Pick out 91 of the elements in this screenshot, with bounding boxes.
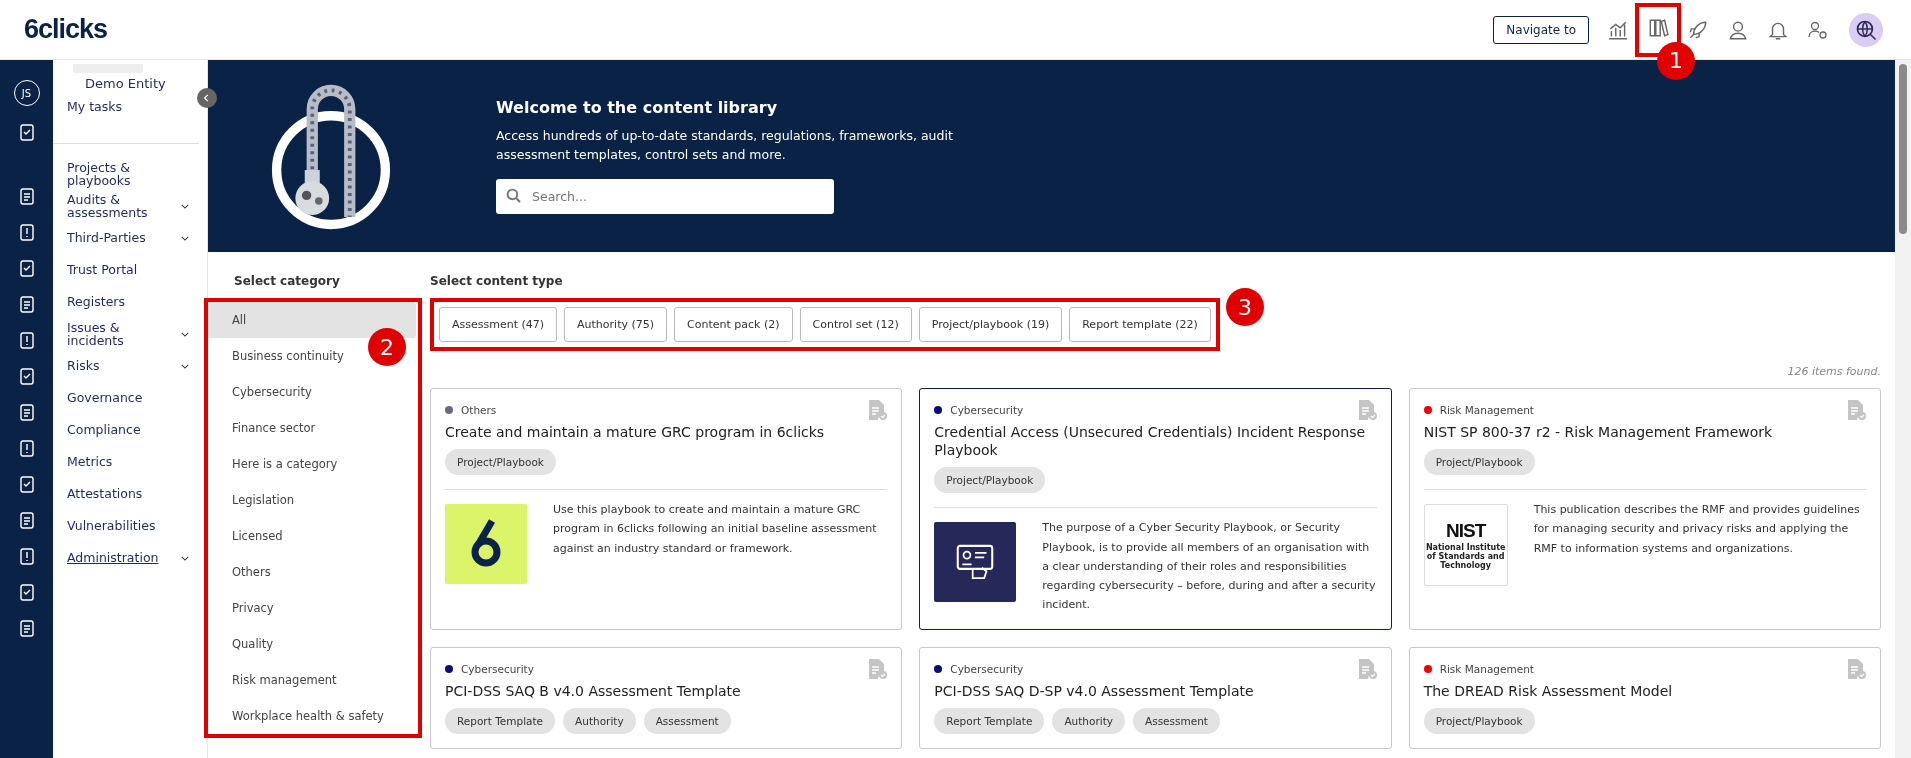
results-count: 126 items found. (1786, 365, 1881, 378)
wordmark: NIST (1446, 520, 1486, 542)
content-card[interactable]: Risk Management The DREAD Risk Assessment Model Project/Playbook (1408, 646, 1881, 749)
card-category: Cybersecurity (461, 662, 535, 675)
content-type-button[interactable]: Authority (75) (564, 307, 668, 342)
category-item[interactable]: Finance sector (208, 410, 320, 446)
card-title: PCI-DSS SAQ D-SP v4.0 Assessment Template (934, 681, 1255, 700)
card-title: Create and maintain a mature GRC program in 6clicks (445, 423, 826, 442)
card-description: This publication describes the RMF and provides guidelines for managing security and privacy risks and applying the RMF to information systems and organizations. (1533, 502, 1861, 557)
category-item[interactable]: Quality (208, 626, 278, 662)
card-title: Credential Access (Unsecured Credentials) Incident Response Playbook (934, 423, 1367, 460)
category-item[interactable]: Others (208, 554, 275, 590)
document-check-icon (867, 399, 888, 421)
tag: Project/Playbook (1423, 449, 1535, 476)
category-item[interactable]: Privacy (208, 590, 278, 626)
card-category: Cybersecurity (950, 404, 1025, 416)
category-item[interactable]: Workplace health & safety (208, 698, 388, 734)
tag: Report Template (445, 707, 556, 734)
card-description: The purpose of a Cyber Security Playbook, or Security Playbook, is to provide all members of an organisation with a clear understanding of their roles and responsibilities regarding cybersecurity – before, during and after a security incident. (1042, 520, 1377, 614)
nav-item[interactable]: Vulnerabilities (67, 510, 195, 542)
chevron-down-icon (181, 203, 189, 209)
annotation-badge: 1 (1657, 41, 1695, 80)
navigate-to-button[interactable]: Navigate to (1493, 15, 1589, 44)
tag: Authority (563, 707, 636, 734)
nav-item[interactable]: Administration (67, 542, 195, 574)
category-item[interactable]: Business continuity (208, 338, 348, 374)
entity-name[interactable]: Demo Entity (85, 76, 195, 91)
content-card[interactable]: Cybersecurity PCI-DSS SAQ D-SP v4.0 Assessment Template Report Template Authority Assessment (919, 646, 1392, 749)
tag: Project/Playbook (445, 449, 556, 476)
content-type-button[interactable]: Control set (12) (799, 307, 912, 342)
category-item[interactable]: Here is a category (208, 446, 342, 482)
content-card[interactable]: Cybersecurity PCI-DSS SAQ B v4.0 Assessment Template Report Template Authority Assessment (430, 646, 903, 749)
card-category: Risk Management (1439, 662, 1535, 675)
nav-item[interactable]: Governance (67, 382, 195, 414)
tag: Project/Playbook (934, 467, 1046, 494)
logo[interactable]: 6clicks (24, 14, 108, 45)
nav-item[interactable]: Issues & incidents (67, 318, 195, 350)
category-item[interactable]: All (208, 302, 416, 338)
card-category: Risk Management (1439, 404, 1535, 416)
collapse-button[interactable] (197, 88, 217, 108)
wordmark-caption: National Institute of Standards and Technology (1425, 544, 1506, 571)
scrollbar[interactable] (1895, 60, 1911, 758)
nav-item[interactable]: Metrics (67, 446, 195, 478)
category-item[interactable]: Licensed (208, 518, 287, 554)
search-box[interactable]: Search... (496, 178, 834, 214)
nav-item[interactable]: Projects & playbooks (67, 158, 195, 190)
chevron-down-icon (181, 555, 189, 561)
hero-description: Access hundreds of up-to-date standards, regulations, frameworks, audit assessment templates, control sets and more. (496, 127, 954, 164)
document-check-icon (867, 657, 888, 680)
tag: Report Template (934, 707, 1045, 734)
card-title: NIST SP 800-37 r2 - Risk Management Framework (1423, 423, 1774, 442)
nav-item[interactable]: Trust Portal (67, 254, 195, 286)
content-type-button[interactable]: Report template (22) (1069, 307, 1211, 342)
hero-title: Welcome to the content library (496, 98, 779, 118)
nav-item[interactable]: Risks (67, 350, 195, 382)
document-check-icon (1356, 657, 1377, 680)
tag: Project/Playbook (1423, 707, 1535, 734)
content-type-button[interactable]: Assessment (47) (439, 307, 558, 342)
avatar-icon[interactable] (1849, 12, 1883, 47)
document-check-icon (1846, 399, 1866, 421)
chevron-down-icon (181, 331, 189, 337)
annotation-badge: 2 (368, 328, 406, 366)
content-type-button[interactable]: Content pack (2) (674, 307, 793, 342)
chevron-down-icon (181, 363, 189, 369)
chevron-down-icon (181, 235, 189, 241)
document-check-icon (1356, 399, 1377, 421)
tag: Assessment (643, 707, 731, 734)
card-description: Use this playbook to create and maintain a mature GRC program in 6clicks following an initial baseline assessment against an industry standard or framework. (553, 502, 878, 557)
category-item[interactable]: Risk management (208, 662, 341, 698)
document-check-icon (1846, 657, 1866, 680)
section-title: Select category (233, 273, 341, 290)
nav-item[interactable]: Compliance (67, 414, 195, 446)
card-title: PCI-DSS SAQ B v4.0 Assessment Template (445, 681, 742, 700)
tag: Assessment (1133, 707, 1220, 734)
card-category: Cybersecurity (950, 662, 1025, 675)
content-type-button[interactable]: Project/playbook (19) (918, 307, 1063, 342)
category-item[interactable]: Cybersecurity (208, 374, 316, 410)
search-icon (506, 188, 522, 205)
category-item[interactable]: Legislation (208, 482, 299, 518)
chevron-left-icon (203, 94, 211, 102)
nav-item[interactable]: My tasks (67, 91, 195, 123)
nav-item[interactable]: Registers (67, 286, 195, 318)
annotation-badge: 3 (1225, 288, 1264, 326)
card-category: Others (461, 404, 498, 416)
content-card[interactable] (919, 388, 1392, 630)
tag: Authority (1052, 707, 1125, 734)
section-title: Select content type (430, 273, 564, 290)
nav-item[interactable]: Attestations (67, 478, 195, 510)
nav-item[interactable]: Audits & assessments (67, 190, 195, 222)
card-title: The DREAD Risk Assessment Model (1423, 681, 1674, 700)
nav-item[interactable]: Third-Parties (67, 222, 195, 254)
